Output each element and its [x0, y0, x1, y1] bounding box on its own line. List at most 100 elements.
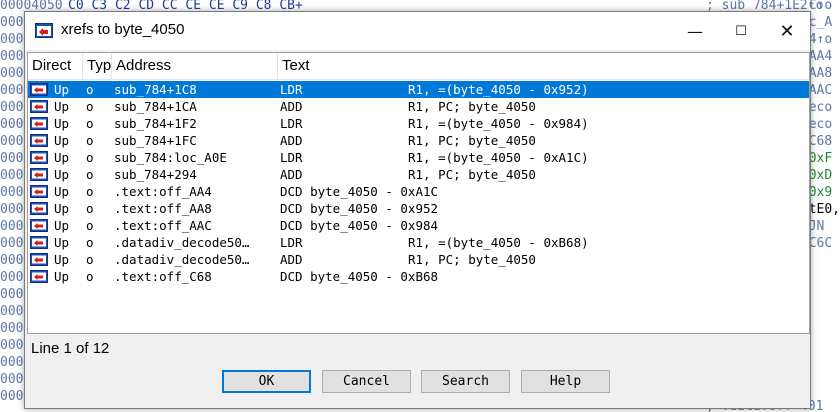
- title-bar[interactable]: xrefs to byte_4050 — ☐ ✕: [25, 12, 810, 50]
- xref-address: .text:off_AA4: [114, 184, 212, 199]
- cancel-button[interactable]: Cancel: [322, 370, 411, 393]
- xref-operands: R1, =(byte_4050 - 0x984): [408, 116, 589, 131]
- xref-mnemonic: LDR: [280, 116, 303, 131]
- xref-row[interactable]: Up o sub_784+1C8 LDR R1, =(byte_4050 - 0x952…: [28, 81, 809, 98]
- xref-type: o: [86, 82, 94, 97]
- xref-address: sub_784+1FC: [114, 133, 197, 148]
- xref-up-icon: [30, 270, 48, 283]
- xref-up-icon: [30, 168, 48, 181]
- xref-row[interactable]: Up o sub_784:loc_A0E LDR R1, =(byte_4050 - 0…: [28, 149, 809, 166]
- xref-direction: Up: [54, 184, 70, 199]
- xref-address: .text:off_C68: [114, 269, 212, 284]
- xref-direction: Up: [54, 252, 70, 267]
- xref-up-icon: [30, 219, 48, 232]
- xref-row[interactable]: Up o sub_784+1F2 LDR R1, =(byte_4050 - 0x984…: [28, 115, 809, 132]
- xref-direction: Up: [54, 133, 70, 148]
- xref-operands: R1, PC; byte_4050: [408, 167, 536, 182]
- xref-up-icon: [30, 151, 48, 164]
- xref-direction: Up: [54, 235, 70, 250]
- xref-mnemonic: LDR: [280, 82, 303, 97]
- xref-type: o: [86, 116, 94, 131]
- xref-type: o: [86, 167, 94, 182]
- status-line: Line 1 of 12: [31, 340, 110, 357]
- listing-fragment-line: AA4: [808, 49, 833, 64]
- listing-fragment-line: 4↑o: [808, 32, 833, 47]
- xref-type: o: [86, 201, 94, 216]
- xref-mnemonic: ADD: [280, 252, 303, 267]
- maximize-button[interactable]: ☐: [718, 12, 764, 50]
- xref-address: sub_784+1CA: [114, 99, 197, 114]
- xref-row[interactable]: Up o sub_784+1FC ADD R1, PC; byte_4050: [28, 132, 809, 149]
- xref-mnemonic: ADD: [280, 99, 303, 114]
- listing-fragment-line: C↑o: [808, 0, 833, 13]
- xref-operands: R1, =(byte_4050 - 0x952): [408, 82, 589, 97]
- listing-fragment-line: 0xD: [808, 168, 833, 183]
- xref-mnemonic: LDR: [280, 235, 303, 250]
- ida-xref-window-icon: [35, 23, 53, 38]
- xref-operands: R1, PC; byte_4050: [408, 133, 536, 148]
- xref-direction: Up: [54, 82, 70, 97]
- xref-direction: Up: [54, 201, 70, 216]
- xref-address: sub_784:loc_A0E: [114, 150, 227, 165]
- listing-fragment-line: eco: [808, 117, 833, 132]
- xref-row[interactable]: Up o .text:off_AAC DCD byte_4050 - 0x984: [28, 217, 809, 234]
- listing-fragment-line: c_A: [808, 15, 833, 30]
- xref-row[interactable]: Up o sub_784+294 ADD R1, PC; byte_4050: [28, 166, 809, 183]
- xref-address: .text:off_AAC: [114, 218, 212, 233]
- xref-up-icon: [30, 236, 48, 249]
- xref-type: o: [86, 218, 94, 233]
- xref-mnemonic: DCD byte_4050 - 0x952: [280, 201, 439, 216]
- xref-type: o: [86, 269, 94, 284]
- xref-operands: R1, =(byte_4050 - 0xA1C): [408, 150, 589, 165]
- xref-operands: R1, =(byte_4050 - 0xB68): [408, 235, 589, 250]
- xref-address: .datadiv_decode50…: [114, 252, 250, 267]
- xref-row[interactable]: Up o .datadiv_decode50… LDR R1, =(byte_4050 …: [28, 234, 809, 251]
- xref-type: o: [86, 235, 94, 250]
- column-header-direction[interactable]: Direct: [28, 53, 83, 79]
- xref-mnemonic: LDR: [280, 150, 303, 165]
- xrefs-list[interactable]: Direct Typ Address Text Up o sub_784+1C8 LD…: [27, 52, 810, 334]
- xref-type: o: [86, 184, 94, 199]
- search-button[interactable]: Search: [421, 370, 510, 393]
- xref-type: o: [86, 150, 94, 165]
- xref-operands: R1, PC; byte_4050: [408, 252, 536, 267]
- listing-fragment-line: C6C: [808, 236, 833, 251]
- list-header: Direct Typ Address Text: [28, 53, 809, 80]
- listing-fragment-line: AA8: [808, 66, 833, 81]
- xref-up-icon: [30, 202, 48, 215]
- listing-fragment-line: AAC: [808, 83, 833, 98]
- xref-row[interactable]: Up o .text:off_C68 DCD byte_4050 - 0xB68: [28, 268, 809, 285]
- right-listing-fragments: C↑o c_A 4↑o AA4 AA8 AAC eco eco C68 0xF 0xD 0x9 tE0,…: [809, 0, 840, 252]
- xref-row[interactable]: Up o .datadiv_decode50… ADD R1, PC; byte_405…: [28, 251, 809, 268]
- xref-up-icon: [30, 185, 48, 198]
- xref-type: o: [86, 252, 94, 267]
- column-header-type[interactable]: Typ: [83, 53, 112, 79]
- ok-button[interactable]: OK: [222, 370, 311, 393]
- xref-direction: Up: [54, 218, 70, 233]
- xref-up-icon: [30, 83, 48, 96]
- xref-type: o: [86, 133, 94, 148]
- xref-row[interactable]: Up o sub_784+1CA ADD R1, PC; byte_4050: [28, 98, 809, 115]
- listing-fragment-line: C68: [808, 134, 833, 149]
- xref-address: .text:off_AA8: [114, 201, 212, 216]
- xref-direction: Up: [54, 99, 70, 114]
- xref-direction: Up: [54, 269, 70, 284]
- xref-direction: Up: [54, 150, 70, 165]
- column-header-address[interactable]: Address: [112, 53, 278, 79]
- xref-row[interactable]: Up o .text:off_AA8 DCD byte_4050 - 0x952: [28, 200, 809, 217]
- column-header-text[interactable]: Text: [278, 53, 809, 79]
- xref-mnemonic: DCD byte_4050 - 0xA1C: [280, 184, 439, 199]
- help-button[interactable]: Help: [521, 370, 610, 393]
- xref-row[interactable]: Up o .text:off_AA4 DCD byte_4050 - 0xA1C: [28, 183, 809, 200]
- xref-up-icon: [30, 134, 48, 147]
- minimize-button[interactable]: —: [672, 12, 718, 50]
- xref-mnemonic: ADD: [280, 133, 303, 148]
- xref-rows: Up o sub_784+1C8 LDR R1, =(byte_4050 - 0x952…: [28, 81, 809, 285]
- xref-direction: Up: [54, 167, 70, 182]
- listing-fragment-line: 0x9: [808, 185, 833, 200]
- xrefs-dialog: xrefs to byte_4050 — ☐ ✕ Direct Typ Addr…: [24, 11, 811, 409]
- xref-operands: R1, PC; byte_4050: [408, 99, 536, 114]
- xref-up-icon: [30, 117, 48, 130]
- close-button[interactable]: ✕: [764, 12, 810, 50]
- xref-address: .datadiv_decode50…: [114, 235, 250, 250]
